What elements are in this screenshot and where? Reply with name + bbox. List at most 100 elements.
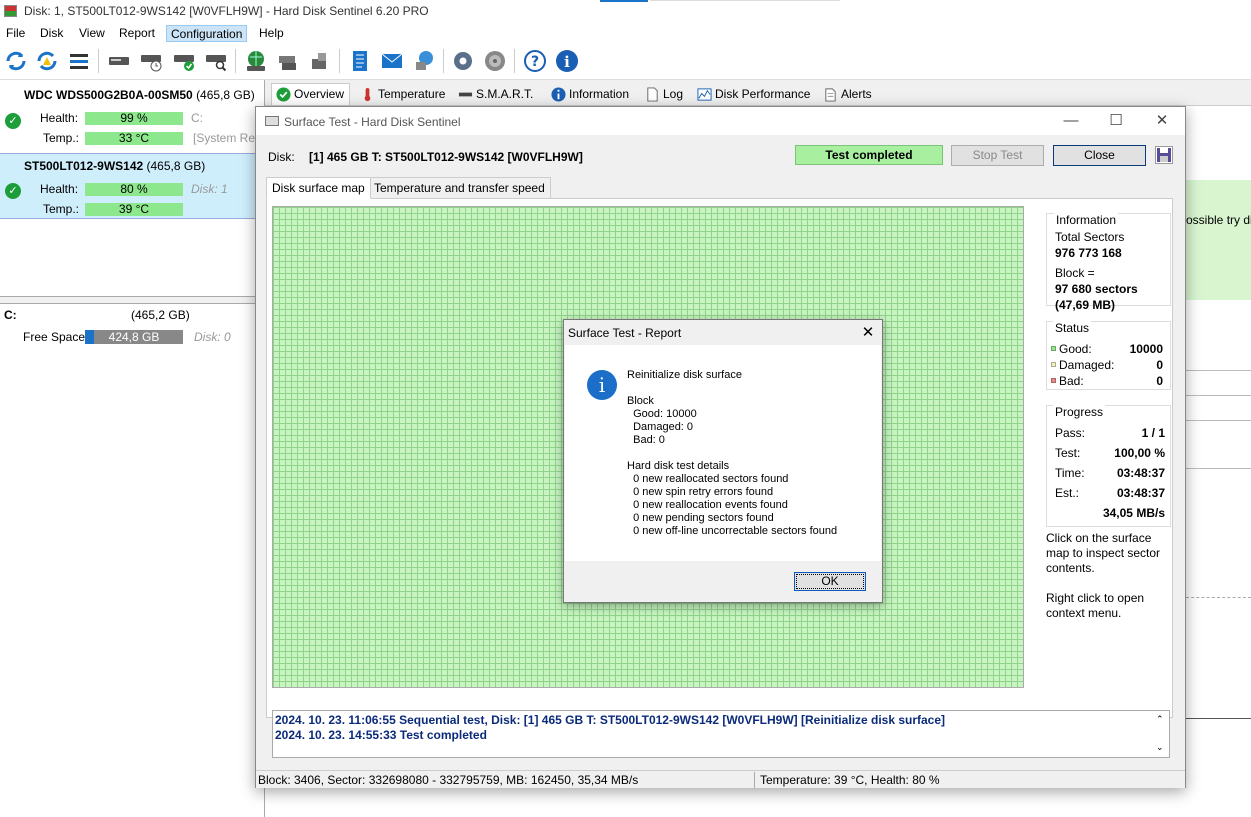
scroll-up-icon[interactable]: ⌃: [1156, 714, 1164, 725]
network-disk-icon[interactable]: [275, 48, 301, 74]
bad-label: Bad:: [1059, 374, 1084, 388]
disk-entry-1[interactable]: ST500LT012-9WS142 (465,8 GB) ✓ Health: 8…: [0, 153, 262, 219]
hint-click-line2: map to inspect sector: [1046, 546, 1161, 560]
disk-list-panel: WDC WDS500G2B0A-00SM50 (465,8 GB) ✓ Heal…: [0, 80, 265, 817]
divider: [1186, 468, 1251, 469]
app-logo-icon: [4, 5, 17, 17]
minimize-button[interactable]: —: [1056, 111, 1086, 131]
disk-label: Disk:: [268, 150, 295, 164]
est-label: Est.:: [1055, 486, 1080, 500]
speed-value: 34,05 MB/s: [1102, 506, 1165, 520]
svg-text:?: ?: [531, 54, 539, 70]
refresh-all-icon[interactable]: [34, 48, 60, 74]
report-line: Good: 10000: [627, 408, 697, 420]
toolbar-separator: [443, 49, 444, 73]
title-accent-line: [650, 0, 840, 1]
good-legend-swatch: [1051, 346, 1056, 351]
refresh-icon[interactable]: [3, 48, 29, 74]
sound-icon[interactable]: [482, 48, 508, 74]
surface-window-title: Surface Test - Hard Disk Sentinel: [284, 115, 461, 129]
log-scrollbar[interactable]: ⌃ ⌄: [1153, 712, 1169, 757]
help-icon[interactable]: ?: [522, 48, 548, 74]
disk-check-icon[interactable]: [171, 48, 197, 74]
settings-icon[interactable]: [450, 48, 476, 74]
globe-icon[interactable]: [243, 48, 269, 74]
tab-temperature[interactable]: Temperature: [355, 83, 451, 105]
toolbar-separator: [339, 49, 340, 73]
menu-help[interactable]: Help: [255, 25, 288, 42]
status-box: Status Good: 10000 Damaged: 0 Bad: 0: [1046, 321, 1171, 390]
est-value: 03:48:37: [1116, 486, 1165, 500]
disk-search-icon[interactable]: [203, 48, 229, 74]
close-window-button[interactable]: ✕: [1147, 111, 1177, 131]
tab-information[interactable]: Information: [546, 83, 635, 105]
block-sectors-value: 97 680 sectors: [1055, 282, 1138, 296]
disk-schedule-icon[interactable]: [138, 48, 164, 74]
health-label: Health:: [40, 182, 79, 196]
health-bar: 80 %: [85, 183, 183, 196]
health-ok-icon: ✓: [5, 183, 21, 199]
tab-log[interactable]: Log: [640, 83, 689, 105]
hint-click-line3: contents.: [1046, 561, 1095, 575]
total-sectors-label: Total Sectors: [1055, 230, 1125, 244]
info-icon[interactable]: i: [554, 48, 580, 74]
tab-overview[interactable]: Overview: [271, 83, 351, 105]
close-button[interactable]: Close: [1053, 145, 1146, 166]
report-icon[interactable]: [347, 48, 373, 74]
menu-file[interactable]: File: [2, 25, 29, 42]
partition-entry[interactable]: C: (465,2 GB) Free Space 424,8 GB Disk: …: [0, 306, 262, 346]
menu-disk[interactable]: Disk: [36, 25, 67, 42]
surface-title-bar[interactable]: Surface Test - Hard Disk Sentinel — ☐ ✕: [256, 107, 1185, 135]
upload-icon[interactable]: [411, 48, 437, 74]
report-line: Hard disk test details: [627, 460, 730, 472]
stop-test-button[interactable]: Stop Test: [951, 145, 1044, 166]
report-dialog: Surface Test - Report ✕ i Reinitialize d…: [563, 319, 883, 603]
usb-disk-icon[interactable]: [307, 48, 333, 74]
tab-smart[interactable]: S.M.A.R.T.: [453, 83, 539, 105]
pass-label: Pass:: [1055, 426, 1086, 440]
menu-configuration[interactable]: Configuration: [166, 25, 248, 42]
main-tab-bar: Overview Temperature S.M.A.R.T. Informat…: [265, 80, 1251, 106]
hint-right-click-line2: context menu.: [1046, 606, 1122, 620]
progress-title: Progress: [1053, 405, 1106, 419]
information-title: Information: [1054, 213, 1119, 227]
disk-0-title: WDC WDS500G2B0A-00SM50 (465,8 GB): [24, 88, 255, 102]
maximize-button[interactable]: ☐: [1101, 111, 1131, 131]
test-label: Test:: [1055, 446, 1081, 460]
report-close-button[interactable]: ✕: [858, 323, 878, 343]
report-line: 0 new reallocation events found: [627, 499, 788, 511]
menu-report[interactable]: Report: [115, 25, 159, 42]
progress-box: Progress Pass: 1 / 1 Test: 100,00 % Time…: [1046, 405, 1171, 527]
disk-entry-0[interactable]: WDC WDS500G2B0A-00SM50 (465,8 GB) ✓ Heal…: [0, 82, 262, 150]
report-line: 0 new spin retry errors found: [627, 486, 774, 498]
disk-value: [1] 465 GB T: ST500LT012-9WS142 [W0VFLH9…: [309, 150, 583, 164]
save-button[interactable]: [1155, 146, 1173, 164]
disk-icon[interactable]: [106, 48, 132, 74]
divider: [1186, 718, 1251, 719]
ok-button[interactable]: OK: [794, 572, 866, 591]
disk-list-icon[interactable]: [66, 48, 92, 74]
tab-disk-surface-map[interactable]: Disk surface map: [266, 177, 371, 199]
tab-disk-performance[interactable]: Disk Performance: [692, 83, 816, 105]
menu-view[interactable]: View: [75, 25, 109, 42]
test-log[interactable]: 2024. 10. 23. 11:06:55 Sequential test, …: [272, 710, 1170, 758]
temp-bar: 33 °C: [85, 132, 183, 145]
information-box: Information Total Sectors 976 773 168 Bl…: [1046, 213, 1171, 312]
mail-icon[interactable]: [379, 48, 405, 74]
report-line: Bad: 0: [627, 434, 665, 446]
panel-splitter[interactable]: [0, 296, 262, 304]
tab-temperature-transfer[interactable]: Temperature and transfer speed: [368, 177, 551, 199]
check-icon: [276, 87, 291, 102]
info-icon: i: [587, 370, 617, 400]
report-line: Block: [627, 395, 654, 407]
thermometer-icon: [364, 87, 371, 102]
disk-reference: Disk: 0: [194, 330, 231, 344]
pass-value: 1 / 1: [1141, 426, 1165, 440]
divider: [1186, 597, 1251, 598]
tab-alerts[interactable]: Alerts: [818, 83, 878, 105]
partition-size: (465,2 GB): [131, 308, 190, 322]
log-line: 2024. 10. 23. 11:06:55 Sequential test, …: [275, 713, 946, 727]
scroll-down-icon[interactable]: ⌄: [1156, 742, 1164, 753]
toolbar-separator: [514, 49, 515, 73]
block-mb-value: (47,69 MB): [1055, 298, 1116, 312]
